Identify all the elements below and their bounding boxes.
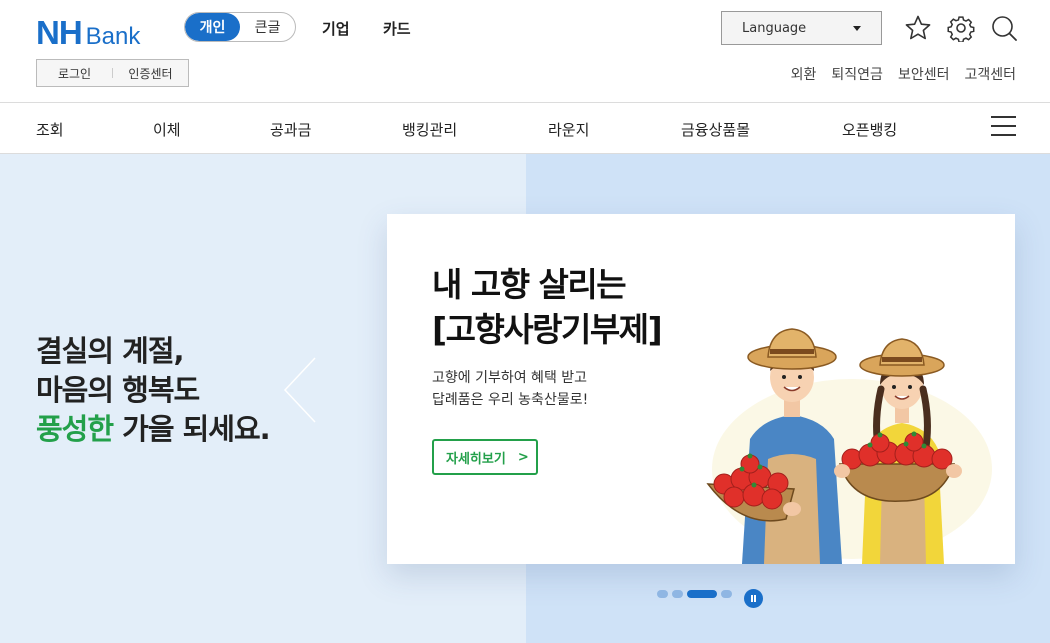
logo-sub: Bank	[85, 23, 141, 50]
nav-item-open-banking[interactable]: 오픈뱅킹	[842, 119, 897, 140]
util-link-foreign-exchange[interactable]: 외환	[791, 64, 817, 84]
login-link[interactable]: 로그인	[37, 65, 112, 82]
carousel-dot-2[interactable]	[672, 590, 683, 598]
banner-card: 내 고향 살리는 [고향사랑기부제] 고향에 기부하여 혜택 받고 답례품은 우…	[387, 214, 1015, 564]
hamburger-menu-icon[interactable]	[991, 116, 1016, 138]
banner-desc-line-1: 고향에 기부하여 혜택 받고	[432, 370, 588, 386]
carousel-dot-3-active[interactable]	[687, 590, 717, 598]
hero-line-2: 마음의 행복도	[36, 373, 200, 407]
carousel-indicators	[657, 590, 732, 598]
logo-main: NH	[36, 14, 83, 51]
language-select[interactable]: Language	[721, 11, 882, 45]
caret-down-icon	[853, 26, 861, 31]
hero-message: 결실의 계절, 마음의 행복도 풍성한 가을 되세요.	[36, 332, 271, 449]
banner-detail-button[interactable]: 자세히보기 >	[432, 439, 538, 475]
hero-line-3: 풍성한 가을 되세요.	[36, 410, 271, 449]
mode-toggle: 개인 큰글	[184, 12, 296, 42]
mode-large-text-button[interactable]: 큰글	[240, 13, 295, 41]
language-select-value: Language	[742, 20, 807, 36]
util-link-customer-center[interactable]: 고객센터	[964, 64, 1016, 84]
login-box: 로그인 인증센터	[36, 59, 189, 87]
top-link-card[interactable]: 카드	[383, 18, 411, 39]
hero-line-3-rest: 가을 되세요.	[113, 412, 271, 446]
farmers-with-tomato-baskets-illustration	[706, 328, 992, 564]
banner-detail-button-label: 자세히보기	[446, 451, 506, 467]
carousel-dot-1[interactable]	[657, 590, 668, 598]
header: NH Bank 개인 큰글 기업 카드 Language 로그인 인증센터 외환…	[0, 0, 1050, 103]
util-link-pension[interactable]: 퇴직연금	[831, 64, 883, 84]
nav-item-lounge[interactable]: 라운지	[548, 119, 589, 140]
carousel-dot-4[interactable]	[721, 590, 732, 598]
banner-title: 내 고향 살리는 [고향사랑기부제]	[432, 262, 663, 352]
nav-item-banking-management[interactable]: 뱅킹관리	[402, 119, 457, 140]
banner-title-line-2: [고향사랑기부제]	[432, 310, 663, 349]
banner-description: 고향에 기부하여 혜택 받고 답례품은 우리 농축산물로!	[432, 367, 588, 411]
util-link-security-center[interactable]: 보안센터	[898, 64, 950, 84]
nh-bank-logo[interactable]: NH Bank	[36, 14, 140, 52]
nav-item-inquiry[interactable]: 조회	[36, 119, 64, 140]
certificate-center-link[interactable]: 인증센터	[113, 65, 188, 82]
chevron-right-icon: >	[517, 449, 529, 465]
carousel-pause-icon[interactable]	[744, 589, 763, 608]
banner-title-line-1: 내 고향 살리는	[432, 265, 627, 304]
hero-line-1: 결실의 계절,	[36, 334, 185, 368]
nav-item-transfer[interactable]: 이체	[153, 119, 181, 140]
nav-item-product-mall[interactable]: 금융상품몰	[681, 119, 750, 140]
banner-desc-line-2: 답례품은 우리 농축산물로!	[432, 392, 589, 408]
hero-highlight: 풍성한	[36, 412, 114, 446]
search-icon[interactable]	[990, 14, 1018, 42]
mode-personal-button[interactable]: 개인	[185, 13, 240, 41]
main-nav: 조회 이체 공과금 뱅킹관리 라운지 금융상품몰 오픈뱅킹	[0, 103, 1050, 153]
top-link-business[interactable]: 기업	[322, 18, 350, 39]
utility-links: 외환 퇴직연금 보안센터 고객센터	[791, 64, 1016, 84]
star-icon[interactable]	[904, 14, 932, 42]
gear-icon[interactable]	[947, 14, 975, 42]
carousel-prev-arrow-icon[interactable]	[282, 356, 318, 424]
nav-item-utility-bills[interactable]: 공과금	[270, 119, 311, 140]
